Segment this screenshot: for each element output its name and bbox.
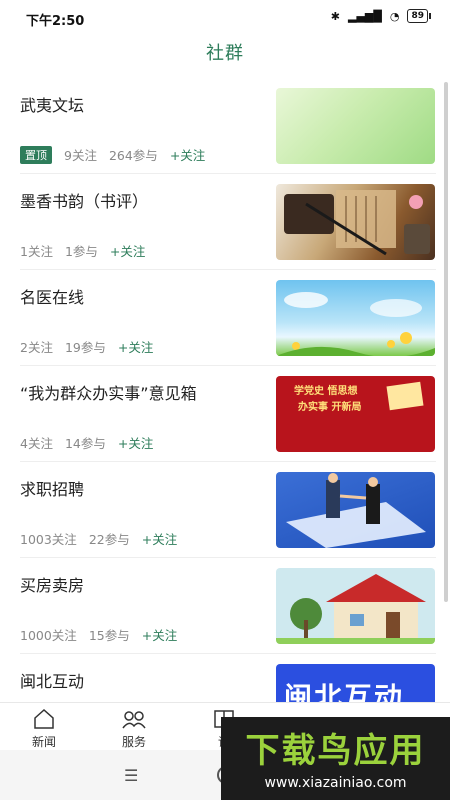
group-name: “我为群众办实事”意见箱 xyxy=(20,384,197,403)
banner-text-1: 学党史 悟思想 xyxy=(294,386,358,397)
group-name: 买房卖房 xyxy=(20,576,85,595)
follower-count: 9关注 xyxy=(64,148,97,163)
menu-icon[interactable]: ☰ xyxy=(124,766,138,785)
list-item[interactable]: “我为群众办实事”意见箱 4关注 14参与 +关注 学党史 悟思想 办实事 开新… xyxy=(0,366,450,462)
list-item[interactable]: 名医在线 2关注 19参与 +关注 xyxy=(0,270,450,366)
follower-count: 4关注 xyxy=(20,436,53,451)
list-item[interactable]: 武夷文坛 置顶 9关注 264参与 +关注 xyxy=(0,78,450,174)
status-bar: 下午2:50 ✱ ▂▄▆█ ◔ 89 xyxy=(0,0,450,36)
bluetooth-icon: ✱ xyxy=(330,9,341,23)
group-meta: 置顶 9关注 264参与 +关注 xyxy=(20,145,205,164)
group-meta: 1000关注 15参与 +关注 xyxy=(20,625,177,644)
handshake-image xyxy=(286,473,426,548)
group-meta: 1关注 1参与 +关注 xyxy=(20,241,145,260)
follow-button[interactable]: +关注 xyxy=(118,337,153,356)
watermark-url: www.xiazainiao.com xyxy=(264,775,407,791)
group-thumbnail: 学党史 悟思想 办实事 开新局 xyxy=(276,376,435,452)
participant-count: 22参与 xyxy=(88,532,130,547)
spring-flowers-image xyxy=(276,292,435,356)
pinned-badge: 置顶 xyxy=(20,145,52,164)
envelope-icon xyxy=(386,381,424,411)
status-icons: ✱ ▂▄▆█ ◔ 89 xyxy=(330,9,431,23)
participant-count: 14参与 xyxy=(64,436,106,451)
group-name: 闽北互动 xyxy=(20,672,85,691)
follow-button[interactable]: +关注 xyxy=(142,625,177,644)
banner-text-2: 办实事 开新局 xyxy=(298,402,362,413)
participant-count: 19参与 xyxy=(64,340,106,355)
header: 社群 xyxy=(0,36,450,72)
follower-count: 1003关注 xyxy=(20,532,77,547)
ink-stone-image xyxy=(284,190,430,256)
group-thumbnail: 闽北互动 xyxy=(276,664,435,702)
follow-button[interactable]: +关注 xyxy=(142,529,177,548)
wifi-icon: ◔ xyxy=(389,9,400,23)
group-thumbnail xyxy=(276,280,435,356)
follow-button[interactable]: +关注 xyxy=(170,145,205,164)
group-meta: 4关注 14参与 +关注 xyxy=(20,433,153,452)
page-title: 社群 xyxy=(206,43,244,64)
tab-news[interactable]: 新闻 xyxy=(9,705,79,750)
watermark: 下载鸟应用 www.xiazainiao.com xyxy=(221,717,450,800)
group-name: 求职招聘 xyxy=(20,480,85,499)
follower-count: 1关注 xyxy=(20,244,53,259)
group-list: 武夷文坛 置顶 9关注 264参与 +关注 墨香书韵（书评） 1关注 1参与 +… xyxy=(0,78,450,702)
participant-count: 15参与 xyxy=(88,628,130,643)
participant-count: 1参与 xyxy=(64,244,98,259)
group-thumbnail xyxy=(276,472,435,548)
group-meta: 1003关注 22参与 +关注 xyxy=(20,529,177,548)
group-name: 名医在线 xyxy=(20,288,85,307)
home-icon xyxy=(34,708,54,729)
group-name: 武夷文坛 xyxy=(20,96,85,115)
tab-label: 新闻 xyxy=(31,735,56,749)
group-thumbnail xyxy=(276,88,435,164)
status-time: 下午2:50 xyxy=(26,14,85,29)
list-item[interactable]: 买房卖房 1000关注 15参与 +关注 xyxy=(0,558,450,654)
tab-services[interactable]: 服务 xyxy=(99,705,169,750)
list-item[interactable]: 求职招聘 1003关注 22参与 +关注 xyxy=(0,462,450,558)
group-meta: 2关注 19参与 +关注 xyxy=(20,337,153,356)
battery-icon: 89 xyxy=(407,9,431,23)
group-thumbnail xyxy=(276,184,435,260)
list-item[interactable]: 墨香书韵（书评） 1关注 1参与 +关注 xyxy=(0,174,450,270)
group-name: 墨香书韵（书评） xyxy=(20,192,149,211)
banner-text: 闽北互动 xyxy=(284,681,405,702)
participant-count: 264参与 xyxy=(108,148,158,163)
signal-icon: ▂▄▆█ xyxy=(348,9,382,23)
watermark-title: 下载鸟应用 xyxy=(245,731,426,771)
house-image xyxy=(276,574,435,644)
group-thumbnail xyxy=(276,568,435,644)
list-item[interactable]: 闽北互动 闽北互动 xyxy=(0,654,450,702)
people-icon xyxy=(122,711,146,729)
follower-count: 2关注 xyxy=(20,340,53,355)
follow-button[interactable]: +关注 xyxy=(110,241,145,260)
tab-label: 服务 xyxy=(121,735,146,749)
follower-count: 1000关注 xyxy=(20,628,77,643)
follow-button[interactable]: +关注 xyxy=(118,433,153,452)
